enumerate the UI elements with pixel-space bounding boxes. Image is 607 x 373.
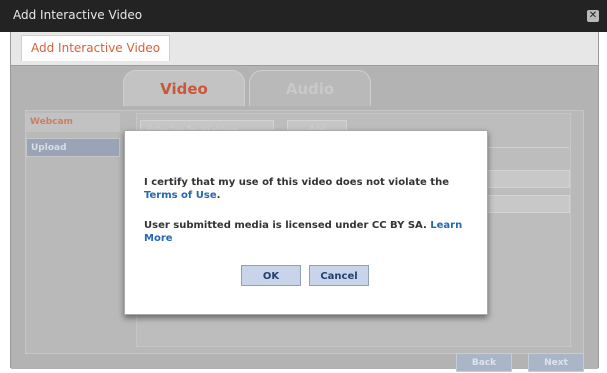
tab-video[interactable]: Video [123, 70, 245, 106]
terms-of-use-link[interactable]: Terms of Use [144, 190, 217, 201]
certify-message: I certify that my use of this video does… [144, 176, 474, 202]
tab-audio[interactable]: Audio [249, 70, 371, 106]
text-field-1[interactable] [476, 170, 570, 188]
sidebar-item-webcam[interactable]: Webcam [26, 113, 120, 132]
close-icon[interactable]: ✕ [587, 10, 599, 22]
window-title: Add Interactive Video [13, 8, 143, 22]
license-message: User submitted media is licensed under C… [144, 219, 474, 245]
window-titlebar: Add Interactive Video ✕ [0, 0, 607, 32]
next-button[interactable]: Next [528, 353, 584, 372]
certify-text: I certify that my use of this video does… [144, 177, 449, 188]
certify-period: . [216, 190, 221, 201]
cancel-button[interactable]: Cancel [309, 265, 369, 286]
sidebar-item-upload[interactable]: Upload [26, 138, 120, 157]
ok-button[interactable]: OK [241, 265, 301, 286]
tab-add-interactive-video[interactable]: Add Interactive Video [21, 35, 171, 61]
back-button[interactable]: Back [456, 353, 512, 372]
license-text: User submitted media is licensed under C… [144, 220, 431, 231]
terms-dialog: I certify that my use of this video does… [124, 130, 488, 315]
text-field-2[interactable] [476, 195, 570, 213]
